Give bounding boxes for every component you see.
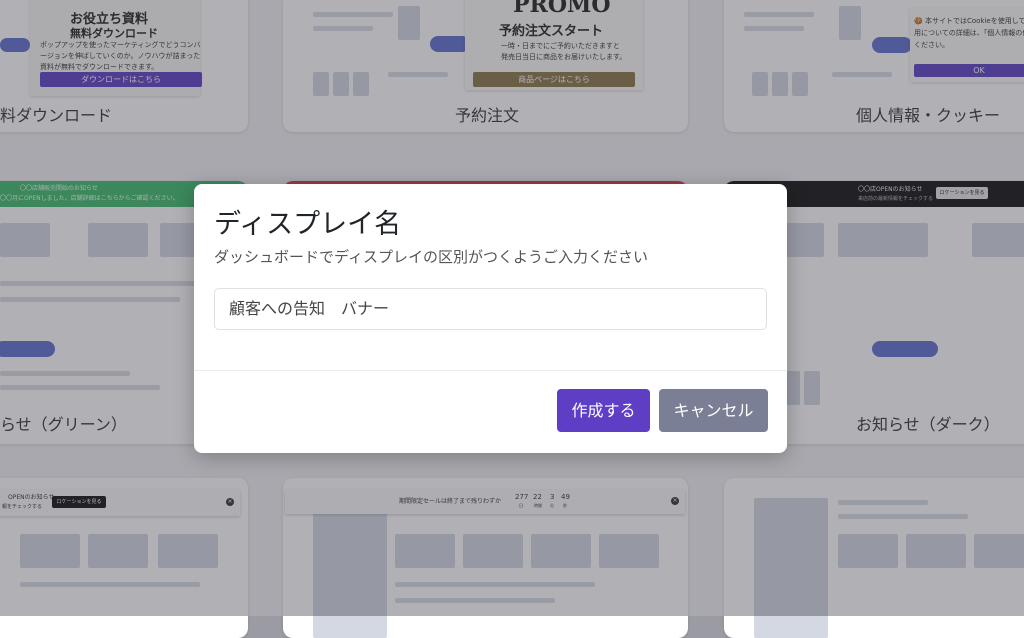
create-button[interactable]: 作成する <box>557 389 650 432</box>
dialog-description: ダッシュボードでディスプレイの区別がつくようご入力ください <box>214 248 648 266</box>
display-name-dialog: ディスプレイ名 ダッシュボードでディスプレイの区別がつくようご入力ください 顧客… <box>194 184 787 453</box>
display-name-input[interactable]: 顧客への告知 バナー <box>214 288 767 330</box>
dialog-title: ディスプレイ名 <box>214 209 402 240</box>
dialog-footer-divider <box>194 370 787 371</box>
cancel-button[interactable]: キャンセル <box>659 389 768 432</box>
